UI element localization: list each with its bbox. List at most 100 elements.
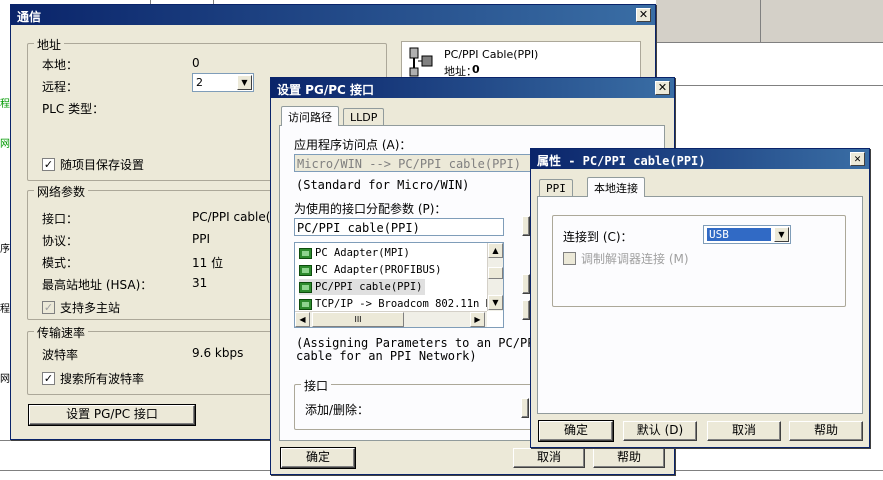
adapter-icon (299, 298, 312, 310)
bg-tag: 网 (0, 374, 10, 383)
hsa-value: 31 (192, 276, 208, 290)
properties-button[interactable] (522, 216, 530, 236)
close-icon: ✕ (854, 152, 861, 165)
mode-value: 11 位 (192, 256, 224, 270)
bg-panel (656, 0, 883, 42)
list-desc-line2: cable for an PPI Network) (296, 349, 477, 363)
properties-titlebar: 属性 - PC/PPI cable(PPI) ✕ (531, 149, 869, 169)
cable-tree: PC/PPI Cable(PPI) 地址： 0 (401, 41, 641, 81)
search-baud-label: 搜索所有波特率 (60, 372, 145, 386)
close-button[interactable]: ✕ (655, 81, 670, 95)
list-item-selected[interactable]: PC/PPI cable(PPI) (299, 279, 425, 295)
remote-label: 远程： (42, 80, 79, 94)
bg-tag: 程 (0, 99, 10, 108)
rate-group: 传输速率 波特率 9.6 kbps ✓ 搜索所有波特率 (27, 324, 277, 395)
scroll-thumb[interactable] (488, 267, 503, 279)
list-item-label: PC/PPI cable(PPI) (315, 281, 423, 293)
list-item-label: PC Adapter(PROFIBUS) (315, 264, 442, 276)
search-baud-checkbox[interactable]: ✓ (42, 372, 55, 385)
adapter-icon (299, 264, 312, 276)
connection-group: 连接到 (C)： USB ▼ 调制解调器连接 (M) (552, 215, 846, 307)
scroll-up-icon[interactable]: ▲ (488, 243, 503, 258)
access-point-label: 应用程序访问点 (A)： (294, 138, 412, 152)
cancel-button[interactable]: 取消 (513, 448, 585, 468)
cancel-button[interactable]: 取消 (707, 421, 781, 441)
local-value: 0 (192, 56, 200, 70)
window-title: 通信 (17, 10, 42, 24)
bg-divider (760, 0, 761, 42)
tab-access-path[interactable]: 访问路径 (281, 106, 339, 126)
properties-window: 属性 - PC/PPI cable(PPI) ✕ PPI 本地连接 连接到 (C… (530, 148, 870, 448)
cable-icon (409, 47, 433, 77)
modem-label: 调制解调器连接 (M) (581, 252, 689, 266)
tab-local-connection[interactable]: 本地连接 (587, 177, 645, 197)
access-point-desc: (Standard for Micro/WIN) (296, 178, 470, 192)
multi-master-label: 支持多主站 (60, 301, 121, 315)
bg-divider (676, 85, 883, 86)
tab-ppi[interactable]: PPI (539, 179, 573, 197)
scroll-left-icon[interactable]: ◀ (295, 312, 310, 327)
chevron-down-icon[interactable]: ▼ (237, 75, 252, 90)
help-button[interactable]: 帮助 (593, 448, 665, 468)
adapter-icon (299, 281, 312, 293)
vertical-scrollbar[interactable]: ▲ ▼ (487, 243, 503, 311)
param-field[interactable]: PC/PPI cable(PPI) (294, 218, 504, 236)
bg-tag: 网 (0, 139, 10, 148)
close-button[interactable]: ✕ (850, 152, 865, 166)
scroll-down-icon[interactable]: ▼ (488, 295, 503, 310)
group-title: 地址 (34, 36, 65, 53)
horizontal-scrollbar[interactable]: ◀ III ▶ (295, 311, 487, 327)
baud-value: 9.6 kbps (192, 346, 244, 360)
communications-titlebar: 通信 ✕ (11, 5, 655, 25)
ok-button[interactable]: 确定 (538, 420, 614, 442)
window-title: 设置 PG/PC 接口 (277, 83, 374, 97)
access-point-field[interactable]: Micro/WIN --> PC/PPI cable(PPI) (294, 154, 534, 172)
check-icon: ✓ (43, 372, 54, 385)
window-title: 属性 - PC/PPI cable(PPI) (537, 154, 706, 168)
check-icon: ✓ (43, 158, 54, 171)
bg-tag: 序 (0, 244, 10, 253)
bg-tag: 程 (0, 304, 10, 313)
copy-button[interactable] (522, 274, 530, 294)
cable-name[interactable]: PC/PPI Cable(PPI) (444, 48, 538, 61)
delete-button[interactable] (522, 300, 530, 320)
tab-lldp[interactable]: LLDP (343, 108, 385, 126)
group-title: 网络参数 (34, 183, 89, 200)
list-item[interactable]: PC Adapter(PROFIBUS) (299, 262, 441, 278)
modem-checkbox (563, 252, 576, 265)
param-label: 为使用的接口分配参数 (P)： (294, 202, 447, 216)
remote-value: 2 (196, 76, 203, 89)
close-icon: ✕ (638, 8, 649, 21)
cable-address-value: 0 (472, 63, 480, 76)
close-button[interactable]: ✕ (636, 8, 651, 22)
scroll-right-icon[interactable]: ▶ (470, 312, 485, 327)
list-item-label: TCP/IP -> Broadcom 802.11n N (315, 298, 493, 310)
list-item-label: PC Adapter(MPI) (315, 247, 410, 259)
hsa-label: 最高站地址 (HSA)： (42, 278, 153, 292)
save-project-checkbox[interactable]: ✓ (42, 158, 55, 171)
access-point-value: Micro/WIN --> PC/PPI cable(PPI) (297, 157, 521, 171)
chevron-down-icon[interactable]: ▼ (774, 227, 789, 242)
adapter-icon (299, 247, 312, 259)
list-item[interactable]: TCP/IP -> Broadcom 802.11n N (299, 296, 492, 312)
param-value: PC/PPI cable(PPI) (297, 221, 420, 235)
protocol-value: PPI (192, 232, 211, 246)
local-label: 本地： (42, 58, 79, 72)
select-button[interactable] (521, 398, 529, 418)
help-button[interactable]: 帮助 (789, 421, 863, 441)
scroll-thumb[interactable]: III (312, 312, 404, 327)
close-icon: ✕ (657, 81, 668, 94)
network-group: 网络参数 接口： PC/PPI cable(USB) 协议： PPI 模式： 1… (27, 183, 277, 320)
baud-label: 波特率 (42, 348, 79, 362)
protocol-label: 协议： (42, 234, 79, 248)
ok-button[interactable]: 确定 (280, 447, 356, 469)
remote-combo[interactable]: 2 ▼ (192, 73, 254, 92)
local-connection-panel: 连接到 (C)： USB ▼ 调制解调器连接 (M) (537, 196, 863, 414)
setpgpc-button[interactable]: 设置 PG/PC 接口 (28, 404, 196, 426)
set-pgpc-titlebar: 设置 PG/PC 接口 ✕ (271, 78, 674, 98)
interface-list[interactable]: PC Adapter(MPI) PC Adapter(PROFIBUS) PC/… (294, 242, 504, 328)
default-button[interactable]: 默认 (D) (623, 421, 697, 441)
connect-to-combo[interactable]: USB ▼ (703, 225, 791, 244)
group-title: 传输速率 (34, 324, 89, 341)
list-item[interactable]: PC Adapter(MPI) (299, 245, 410, 261)
